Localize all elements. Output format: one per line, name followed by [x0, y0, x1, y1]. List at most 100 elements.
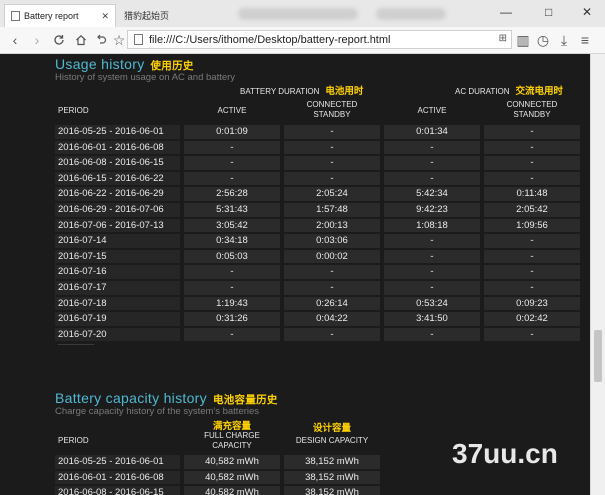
- cell-battery-active: -: [184, 171, 280, 186]
- undo-icon[interactable]: [92, 31, 110, 49]
- cell-period: 2016-07-15: [55, 249, 180, 264]
- extension-icon[interactable]: ▥: [514, 31, 532, 49]
- cell-period: 2016-07-14: [55, 234, 180, 248]
- tab-battery-report[interactable]: Battery report ✕: [4, 4, 116, 27]
- battery-duration-header: BATTERY DURATION 电池用时: [240, 86, 364, 97]
- translate-icon[interactable]: ⊞: [499, 33, 507, 44]
- cell-battery-active: -: [184, 327, 280, 342]
- col-ac-active: ACTIVE: [417, 106, 447, 115]
- page-icon: [11, 11, 20, 21]
- cap-col-full-charge: FULL CHARGE CAPACITY: [204, 431, 260, 450]
- cell-battery-active: 1:19:43: [184, 296, 280, 311]
- cell-battery-standby: -: [284, 280, 380, 295]
- cap-col-period: PERIOD: [58, 436, 89, 445]
- cell-period: 2016-07-20: [55, 327, 180, 342]
- cell-battery-active: -: [184, 156, 280, 170]
- cell-ac-active: 1:08:18: [384, 218, 480, 233]
- cell-ac-standby: 0:02:42: [484, 312, 580, 326]
- cell-battery-active: 0:05:03: [184, 249, 280, 264]
- cell-period: 2016-07-16: [55, 265, 180, 279]
- row-divider: [58, 344, 94, 345]
- capacity-history-title-cn: 电池容量历史: [212, 394, 278, 406]
- site-watermark: 37uu.cn: [452, 438, 558, 469]
- minimize-icon[interactable]: —: [500, 5, 512, 19]
- cell-ac-standby: -: [484, 156, 580, 170]
- usage-history-subtitle: History of system usage on AC and batter…: [55, 72, 236, 83]
- cell-period: 2016-07-06 - 2016-07-13: [55, 218, 180, 233]
- cell-ac-standby: -: [484, 280, 580, 295]
- scrollbar[interactable]: [590, 54, 605, 495]
- cell-full-charge: 40,582 mWh: [184, 455, 280, 469]
- cell-ac-standby: -: [484, 125, 580, 139]
- cell-period: 2016-07-18: [55, 296, 180, 311]
- reload-icon[interactable]: [50, 31, 68, 49]
- scrollbar-thumb[interactable]: [594, 330, 602, 382]
- cell-ac-standby: -: [484, 265, 580, 279]
- cell-battery-standby: 2:05:24: [284, 187, 380, 201]
- col-battery-standby: CONNECTED STANDBY: [306, 100, 358, 119]
- cell-ac-active: 9:42:23: [384, 202, 480, 217]
- cell-battery-standby: -: [284, 125, 380, 139]
- cell-period: 2016-05-25 - 2016-06-01: [55, 455, 180, 469]
- cell-ac-active: -: [384, 140, 480, 155]
- cell-battery-active: 2:56:28: [184, 187, 280, 201]
- cell-battery-active: -: [184, 280, 280, 295]
- cell-design-capacity: 38,152 mWh: [284, 455, 380, 469]
- blurred-tabs: [238, 8, 358, 20]
- address-bar: ‹ › ☆ file:///C:/Users/ithome/Desktop/ba…: [0, 27, 605, 54]
- cell-full-charge: 40,582 mWh: [184, 486, 280, 495]
- design-capacity-cn: 设计容量: [312, 423, 351, 434]
- maximize-icon[interactable]: □: [545, 5, 552, 19]
- usage-history-title-cn: 使用历史: [150, 60, 194, 72]
- cell-battery-standby: -: [284, 156, 380, 170]
- cell-period: 2016-06-01 - 2016-06-08: [55, 470, 180, 485]
- col-battery-active: ACTIVE: [217, 106, 247, 115]
- tab-bar: Battery report ✕ 猎豹起始页 — □ ✕: [0, 0, 605, 28]
- cell-period: 2016-07-19: [55, 312, 180, 326]
- col-period: PERIOD: [58, 106, 89, 115]
- cell-ac-standby: -: [484, 327, 580, 342]
- cell-ac-standby: -: [484, 171, 580, 186]
- cell-period: 2016-06-22 - 2016-06-29: [55, 187, 180, 201]
- cell-period: 2016-06-08 - 2016-06-15: [55, 156, 180, 170]
- close-window-icon[interactable]: ✕: [582, 5, 592, 19]
- cell-design-capacity: 38,152 mWh: [284, 470, 380, 485]
- cell-ac-active: -: [384, 280, 480, 295]
- tab-start-page[interactable]: 猎豹起始页: [120, 4, 230, 27]
- forward-icon[interactable]: ›: [28, 31, 46, 49]
- tab-label: 猎豹起始页: [124, 11, 170, 21]
- capacity-history-subtitle: Charge capacity history of the system's …: [55, 406, 260, 417]
- home-icon[interactable]: [72, 31, 90, 49]
- cell-period: 2016-06-08 - 2016-06-15: [55, 486, 180, 495]
- cell-ac-active: -: [384, 265, 480, 279]
- ac-duration-header: AC DURATION 交流电用时: [455, 86, 564, 97]
- file-icon: [134, 34, 143, 45]
- cell-battery-standby: -: [284, 265, 380, 279]
- menu-icon[interactable]: ≡: [576, 31, 594, 49]
- cell-battery-standby: 2:00:13: [284, 218, 380, 233]
- blurred-tabs: [376, 8, 446, 20]
- cap-col-design: DESIGN CAPACITY: [295, 436, 369, 445]
- cell-ac-active: 3:41:50: [384, 312, 480, 326]
- url-field[interactable]: file:///C:/Users/ithome/Desktop/battery-…: [127, 30, 512, 49]
- tab-close-icon[interactable]: ✕: [101, 11, 109, 22]
- download-icon[interactable]: ⤓: [555, 31, 573, 49]
- cell-battery-standby: 0:04:22: [284, 312, 380, 326]
- cell-battery-active: 0:34:18: [184, 234, 280, 248]
- cell-period: 2016-06-01 - 2016-06-08: [55, 140, 180, 155]
- cell-ac-active: 0:01:34: [384, 125, 480, 139]
- back-icon[interactable]: ‹: [6, 31, 24, 49]
- cell-period: 2016-07-17: [55, 280, 180, 295]
- cell-battery-active: 0:01:09: [184, 125, 280, 139]
- col-ac-standby: CONNECTED STANDBY: [506, 100, 558, 119]
- tab-label: Battery report: [24, 11, 79, 21]
- bookmark-star-icon[interactable]: ☆: [110, 31, 128, 49]
- cell-ac-active: 0:53:24: [384, 296, 480, 311]
- cell-ac-standby: 1:09:56: [484, 218, 580, 233]
- cell-battery-standby: 0:03:06: [284, 234, 380, 248]
- cell-ac-standby: -: [484, 140, 580, 155]
- capacity-history-title: Battery capacity history 电池容量历史: [55, 390, 278, 406]
- cell-period: 2016-06-29 - 2016-07-06: [55, 202, 180, 217]
- cell-battery-active: 3:05:42: [184, 218, 280, 233]
- history-icon[interactable]: ◷: [534, 31, 552, 49]
